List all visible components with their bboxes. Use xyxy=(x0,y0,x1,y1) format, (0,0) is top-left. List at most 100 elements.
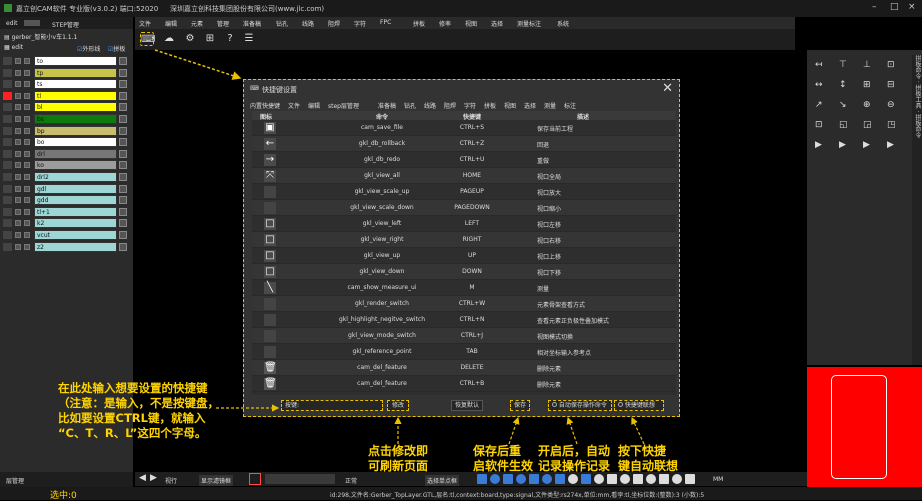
layer-row[interactable]: z2 xyxy=(0,241,133,252)
bottom-tool-icon[interactable] xyxy=(477,474,487,484)
layer-visibility-toggle[interactable] xyxy=(119,242,127,251)
layer-checkbox[interactable] xyxy=(15,127,21,134)
bottom-tool-icon[interactable] xyxy=(646,474,656,484)
layer-checkbox[interactable] xyxy=(15,197,21,204)
layer-row[interactable]: drl xyxy=(0,148,133,159)
dialog-tab[interactable]: 准备稿 xyxy=(378,101,396,110)
cloud-button[interactable]: ☁ xyxy=(162,32,176,46)
layer-lock-checkbox[interactable] xyxy=(24,150,30,157)
next-icon[interactable]: ▶ xyxy=(150,473,157,483)
command-input[interactable] xyxy=(265,474,335,484)
close-icon[interactable]: ✕ xyxy=(662,81,673,96)
table-row[interactable]: gkl_render_switch CTRL+W 元素骨架查看方式 xyxy=(252,296,676,312)
layer-lock-checkbox[interactable] xyxy=(24,185,30,192)
save-button[interactable]: 保存 xyxy=(510,400,530,411)
layer-row[interactable]: bs xyxy=(0,114,133,124)
table-row[interactable]: □ gkl_view_down DOWN 视口下移 xyxy=(252,264,676,280)
tool-icon[interactable]: ↗ xyxy=(815,100,823,110)
help-button[interactable]: ? xyxy=(223,32,237,46)
highlight-tool-icon[interactable] xyxy=(249,473,261,485)
table-row[interactable]: gkl_reference_point TAB 相对坐标输入参考点 xyxy=(252,344,676,360)
tool-icon[interactable]: ↘ xyxy=(839,100,847,110)
menu-item[interactable]: 文件 xyxy=(139,19,151,28)
menu-item[interactable]: 编辑 xyxy=(165,19,177,28)
dialog-tab[interactable]: 视图 xyxy=(504,101,516,110)
layer-checkbox[interactable] xyxy=(15,92,21,99)
minimize-icon[interactable]: – xyxy=(872,2,877,12)
layer-row[interactable]: vcut xyxy=(0,230,133,240)
layer-visibility-toggle[interactable] xyxy=(119,80,127,89)
layer-lock-checkbox[interactable] xyxy=(24,127,30,134)
layer-lock-checkbox[interactable] xyxy=(24,220,30,227)
board-checkbox[interactable]: ☑拼板 xyxy=(108,44,125,53)
bottom-tool-icon[interactable] xyxy=(516,474,526,484)
menu-item[interactable]: 视图 xyxy=(465,19,477,28)
layer-row[interactable]: tl+1 xyxy=(0,206,133,217)
maximize-icon[interactable]: □ xyxy=(890,2,899,12)
layer-checkbox[interactable] xyxy=(15,185,21,192)
select-mode-button[interactable]: 选择单点框 xyxy=(425,475,460,486)
table-row[interactable]: 🗑 cam_del_feature DELETE 删除元素 xyxy=(252,360,676,376)
shortcut-association-checkbox[interactable]: 快捷键联想 xyxy=(614,400,664,411)
layer-row[interactable]: ts xyxy=(0,79,133,90)
layer-visibility-toggle[interactable] xyxy=(119,115,127,123)
bottom-tool-icon[interactable] xyxy=(607,474,617,484)
tool-icon[interactable]: ⊕ xyxy=(863,100,871,110)
bottom-tool-icon[interactable] xyxy=(581,474,591,484)
layer-lock-checkbox[interactable] xyxy=(24,116,30,122)
layer-checkbox[interactable] xyxy=(15,232,21,238)
shortcut-settings-button[interactable]: ⌨ xyxy=(140,32,155,46)
bottom-tool-icon[interactable] xyxy=(490,474,500,484)
layer-visibility-toggle[interactable] xyxy=(119,231,127,239)
tool-icon[interactable]: ↤ xyxy=(815,60,823,70)
layer-visibility-toggle[interactable] xyxy=(119,161,127,170)
layer-visibility-toggle[interactable] xyxy=(119,219,127,228)
layer-row[interactable]: ko xyxy=(0,160,133,171)
auto-save-checkbox[interactable]: 自动保存操作命令 xyxy=(548,400,612,411)
layer-row[interactable]: bl xyxy=(0,102,133,113)
tool-icon[interactable]: ⊡ xyxy=(815,120,823,130)
bottom-tool-icon[interactable] xyxy=(633,474,643,484)
dialog-tab[interactable]: 内置快捷键 xyxy=(250,101,280,110)
layer-checkbox[interactable] xyxy=(15,116,21,122)
bottom-tool-icon[interactable] xyxy=(542,474,552,484)
layer-checkbox[interactable] xyxy=(15,174,21,180)
layer-mode-select[interactable]: 正常 xyxy=(345,476,357,485)
layer-visibility-toggle[interactable] xyxy=(119,68,127,77)
tool-icon[interactable]: ◳ xyxy=(887,120,896,130)
tool-icon[interactable]: ⊞ xyxy=(863,80,871,90)
restore-default-button[interactable]: 恢复默认 xyxy=(451,400,483,411)
tool-icon[interactable]: ◲ xyxy=(863,120,872,130)
outer-checkbox[interactable]: ☑外形线 xyxy=(77,44,100,53)
bottom-tool-icon[interactable] xyxy=(659,474,669,484)
layer-checkbox[interactable] xyxy=(15,58,21,64)
layer-checkbox[interactable] xyxy=(15,139,21,146)
tab-step[interactable]: STEP管理 xyxy=(52,20,79,29)
shortcut-input[interactable]: 按键: xyxy=(281,400,383,411)
tool-icon[interactable]: ▶ xyxy=(863,140,870,150)
dialog-tab[interactable]: 阻焊 xyxy=(444,101,456,110)
table-row[interactable]: ╲ cam_show_measure_ui M 测量 xyxy=(252,280,676,296)
layer-lock-checkbox[interactable] xyxy=(24,92,30,99)
units-select[interactable]: MM xyxy=(713,476,723,483)
dialog-tab[interactable]: 选择 xyxy=(524,101,536,110)
layer-row[interactable]: k2 xyxy=(0,218,133,229)
table-row[interactable]: ▣ cam_save_file CTRL+S 保存当前工程 xyxy=(252,120,676,136)
layer-visibility-toggle[interactable] xyxy=(119,103,127,112)
table-row[interactable]: gkl_view_scale_down PAGEDOWN 视口缩小 xyxy=(252,200,676,216)
layer-row[interactable]: drl2 xyxy=(0,172,133,182)
modify-button[interactable]: 修改 xyxy=(387,400,409,411)
tool-icon[interactable]: ⊤ xyxy=(839,60,847,70)
table-row[interactable]: □ gkl_view_left LEFT 视口左移 xyxy=(252,216,676,232)
tool-icon[interactable]: ⊖ xyxy=(887,100,895,110)
layer-visibility-toggle[interactable] xyxy=(119,173,127,181)
dialog-tab[interactable]: 线路 xyxy=(424,101,436,110)
table-row[interactable]: □ gkl_view_right RIGHT 视口右移 xyxy=(252,232,676,248)
layer-row[interactable]: tl xyxy=(0,90,133,101)
layer-lock-checkbox[interactable] xyxy=(24,69,30,76)
layer-lock-checkbox[interactable] xyxy=(24,208,30,215)
layer-manager-tab[interactable]: 层管理 xyxy=(0,472,133,487)
tool-icon[interactable]: ⊥ xyxy=(863,60,871,70)
bottom-tool-icon[interactable] xyxy=(529,474,539,484)
layer-lock-checkbox[interactable] xyxy=(24,58,30,64)
